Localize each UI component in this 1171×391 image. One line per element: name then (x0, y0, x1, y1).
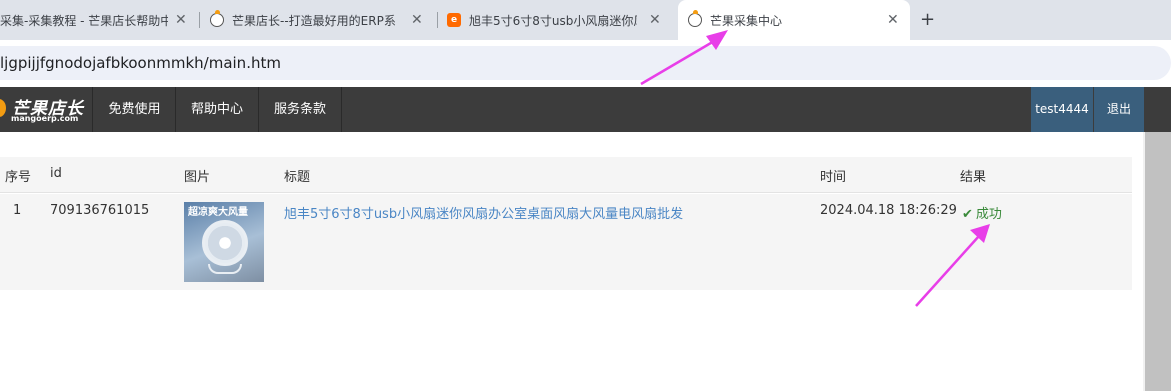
col-image: 图片 (184, 170, 211, 185)
col-time: 时间 (820, 170, 847, 185)
tab-title: 旭丰5寸6寸8寸usb小风扇迷你风 (469, 13, 637, 28)
nav-help-center[interactable]: 帮助中心 (176, 87, 259, 132)
logout-button[interactable]: 退出 (1094, 87, 1144, 132)
check-icon: ✔ (962, 207, 973, 222)
tab-collect-tutorial[interactable]: 采集-采集教程 - 芒果店长帮助中 ✕ (0, 0, 196, 40)
product-thumbnail[interactable]: 超凉爽大风量 (184, 202, 264, 282)
close-icon[interactable]: ✕ (175, 12, 187, 28)
close-icon[interactable]: ✕ (649, 12, 661, 28)
col-result: 结果 (960, 170, 987, 185)
nav-free-use[interactable]: 免费使用 (94, 87, 176, 132)
result-text: 成功 (975, 207, 1002, 222)
close-icon[interactable]: ✕ (887, 12, 899, 28)
tab-separator (199, 12, 200, 28)
table-row: 1 709136761015 超凉爽大风量 旭丰5寸6寸8寸usb小风扇迷你风扇… (0, 194, 1132, 290)
user-account[interactable]: test4444 (1031, 87, 1093, 132)
browser-tab-strip: 采集-采集教程 - 芒果店长帮助中 ✕ 芒果店长--打造最好用的ERP系 ✕ e… (0, 0, 1171, 40)
screen: 采集-采集教程 - 芒果店长帮助中 ✕ 芒果店长--打造最好用的ERP系 ✕ e… (0, 0, 1171, 391)
app-navbar: 芒果店长 mangoerp.com 免费使用 帮助中心 服务条款 test444… (0, 87, 1171, 132)
row-id: 709136761015 (50, 203, 150, 218)
tab-title: 采集-采集教程 - 芒果店长帮助中 (0, 13, 168, 28)
address-bar: ljgpijjfgnodojafbkoonmmkh/main.htm (0, 40, 1171, 86)
product-title-link[interactable]: 旭丰5寸6寸8寸usb小风扇迷你风扇办公室桌面风扇大风量电风扇批发 (284, 203, 683, 222)
status-badge: ✔ 成功 (962, 203, 1002, 222)
col-title: 标题 (284, 170, 311, 185)
mango-icon (688, 10, 702, 27)
logo-subtitle: mangoerp.com (11, 114, 79, 123)
1688-icon: e (447, 13, 461, 27)
tab-title: 芒果店长--打造最好用的ERP系 (232, 13, 396, 28)
mango-icon (210, 10, 224, 27)
row-index: 1 (13, 203, 22, 218)
thumbnail-caption: 超凉爽大风量 (188, 207, 248, 218)
mango-icon (0, 99, 6, 117)
table-header: 序号 id 图片 标题 时间 结果 (0, 157, 1132, 193)
tab-mango-erp[interactable]: 芒果店长--打造最好用的ERP系 ✕ (210, 0, 435, 40)
new-tab-button[interactable]: + (920, 9, 935, 30)
tab-mango-collect-center[interactable]: 芒果采集中心 ✕ (678, 0, 910, 40)
tab-title: 芒果采集中心 (710, 13, 783, 28)
url-field[interactable]: ljgpijjfgnodojafbkoonmmkh/main.htm (0, 46, 1171, 80)
tab-separator (437, 12, 438, 28)
col-index: 序号 (5, 170, 32, 185)
mango-logo[interactable]: 芒果店长 mangoerp.com (0, 87, 93, 132)
fan-image (202, 220, 248, 266)
nav-terms[interactable]: 服务条款 (259, 87, 342, 132)
scrollbar-thumb[interactable] (1145, 132, 1171, 391)
col-id: id (50, 166, 62, 181)
close-icon[interactable]: ✕ (411, 12, 423, 28)
fan-stand-image (208, 264, 242, 274)
row-time: 2024.04.18 18:26:29 (820, 203, 957, 218)
tab-product-fan[interactable]: e 旭丰5寸6寸8寸usb小风扇迷你风 ✕ (447, 0, 672, 40)
